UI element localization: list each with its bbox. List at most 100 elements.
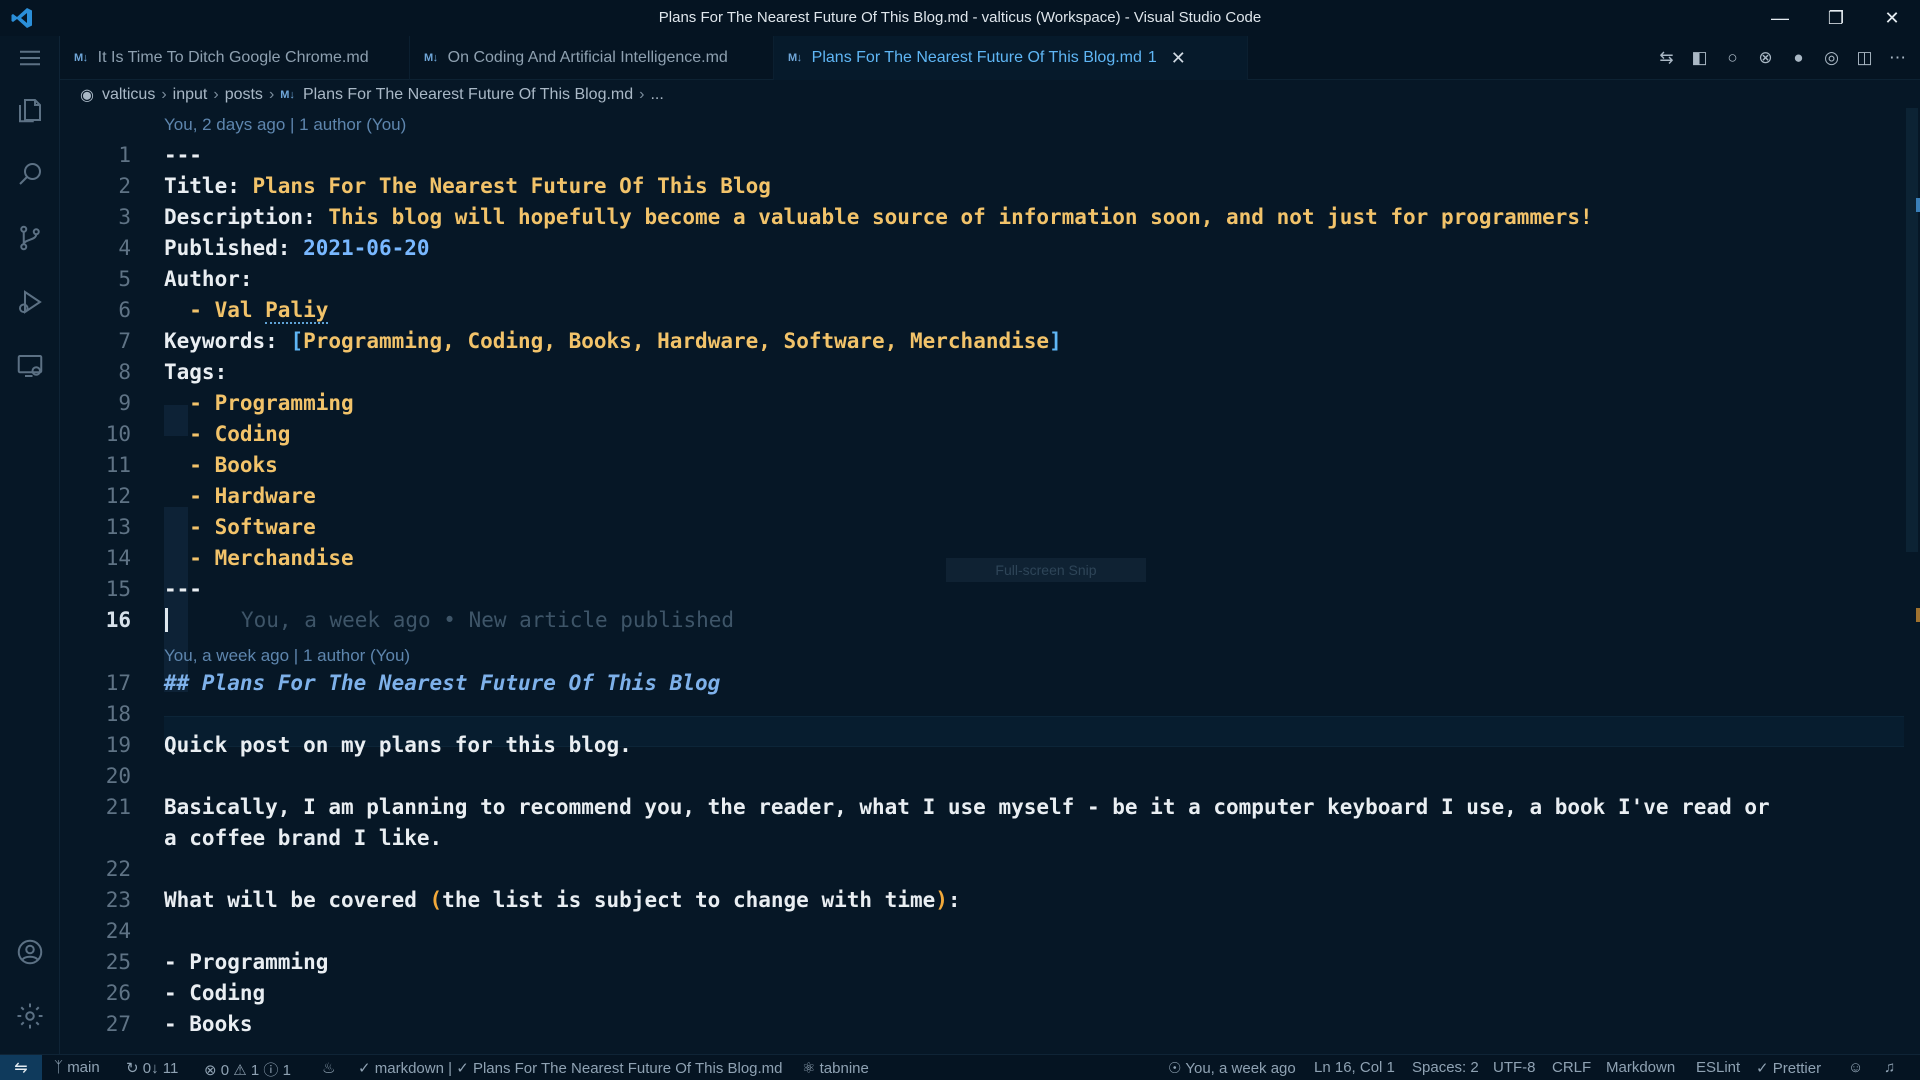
workspace-icon: ◉ [80, 87, 94, 104]
markdown-file-icon: M↓ [280, 89, 295, 101]
tab-plans-blog[interactable]: M↓ Plans For The Nearest Future Of This … [774, 36, 1248, 80]
code-line: - Val Paliy [164, 295, 329, 326]
yaml-date-value: 2021-06-20 [290, 236, 430, 260]
gitlens-icon[interactable]: ◎ [1815, 48, 1848, 68]
problems-indicator[interactable]: ⊗ 0 ⚠ 1 ⓘ 1 [204, 1059, 291, 1080]
explorer-icon[interactable] [14, 94, 46, 126]
language-check[interactable]: ✓ markdown | ✓ Plans For The Nearest Fut… [358, 1059, 783, 1077]
tab-label: On Coding And Artificial Intelligence.md [447, 49, 728, 66]
code-line-wrapped: a coffee brand I like. [164, 826, 443, 850]
split-editor-icon[interactable]: ◫ [1848, 48, 1881, 68]
yaml-key: Author: [164, 267, 253, 291]
chevron-right-icon: › [268, 86, 275, 103]
line-number: 19 [105, 733, 131, 757]
close-window-button[interactable]: ✕ [1864, 0, 1920, 36]
error-count: 0 [220, 1062, 230, 1079]
remote-indicator-icon[interactable]: ⇋ [0, 1055, 42, 1080]
markdown-file-icon: M↓ [74, 52, 88, 64]
notifications-bell-icon[interactable]: ♫ [1884, 1059, 1895, 1076]
line-number: 21 [105, 795, 131, 819]
run-debug-icon[interactable] [14, 286, 46, 318]
breadcrumb-item[interactable]: input [173, 86, 208, 104]
breadcrumb-more[interactable]: ... [650, 86, 663, 104]
scroll-marker [1916, 198, 1920, 212]
eol-setting[interactable]: CRLF [1552, 1059, 1591, 1076]
remote-explorer-icon[interactable] [14, 350, 46, 382]
line-number: 5 [118, 267, 131, 291]
restore-button[interactable]: ❐ [1808, 0, 1864, 36]
vertical-scrollbar[interactable] [1904, 108, 1920, 1054]
codelens-authors[interactable]: You, a week ago | 1 author (You) [164, 646, 410, 666]
previous-change-icon[interactable]: ○ [1716, 48, 1749, 68]
breadcrumb-item[interactable]: valticus [102, 86, 155, 104]
problem-count-badge: 1 [1147, 49, 1157, 66]
line-number: 23 [105, 888, 131, 912]
branch-indicator[interactable]: ᛉ main [54, 1059, 100, 1076]
code-line: Published: 2021-06-20 [164, 233, 430, 264]
list-item: - Coding [164, 981, 266, 1005]
sync-indicator[interactable]: ↻ 0↓ 11 [126, 1059, 178, 1077]
yaml-key: Description: [164, 205, 316, 229]
open-preview-icon[interactable]: ◧ [1683, 48, 1716, 68]
encoding-setting[interactable]: UTF-8 [1493, 1059, 1536, 1076]
sync-counts: 0↓ 11 [142, 1060, 179, 1077]
line-number: 22 [105, 857, 131, 881]
cursor-position[interactable]: Ln 16, Col 1 [1314, 1059, 1395, 1076]
full-screen-snip-overlay[interactable]: Full-screen Snip [946, 558, 1146, 582]
prettier-indicator[interactable]: ✓ Prettier [1756, 1059, 1821, 1077]
menu-icon[interactable] [14, 42, 46, 74]
timeline-icon[interactable]: ⊗ [1749, 48, 1782, 68]
yaml-value: This blog will hopefully become a valuab… [315, 205, 1593, 229]
tabnine-indicator[interactable]: ⚛ tabnine [802, 1059, 869, 1077]
tab-coding-ai[interactable]: M↓ On Coding And Artificial Intelligence… [410, 36, 774, 80]
spell-warning-word[interactable]: Paliy [265, 298, 329, 324]
inline-blame[interactable]: You, a week ago • New article published [241, 605, 734, 636]
tab-label: It Is Time To Ditch Google Chrome.md [97, 49, 369, 66]
file-check-label: Plans For The Nearest Future Of This Blo… [472, 1060, 783, 1077]
blame-indicator[interactable]: ☉ You, a week ago [1168, 1059, 1296, 1077]
line-number: 8 [118, 360, 131, 384]
code-line: --- [164, 577, 202, 601]
info-count: 1 [282, 1062, 291, 1079]
search-icon[interactable] [14, 158, 46, 190]
line-number: 13 [105, 515, 131, 539]
scroll-thumb[interactable] [1906, 108, 1918, 552]
minimize-button[interactable]: — [1752, 0, 1808, 36]
breadcrumb-file[interactable]: Plans For The Nearest Future Of This Blo… [303, 86, 633, 104]
warning-count: 1 [250, 1062, 260, 1079]
close-tab-icon[interactable]: ✕ [1171, 48, 1186, 69]
language-mode[interactable]: Markdown [1606, 1059, 1675, 1076]
chevron-right-icon: › [213, 86, 219, 103]
bracket: [ [290, 329, 304, 353]
code-line: Description: This blog will hopefully be… [164, 202, 1593, 233]
text-segment: : [947, 888, 961, 912]
tab-ditch-chrome[interactable]: M↓ It Is Time To Ditch Google Chrome.md [60, 36, 410, 80]
eslint-indicator[interactable]: ESLint [1696, 1059, 1740, 1076]
source-control-icon[interactable] [14, 222, 46, 254]
compare-changes-icon[interactable]: ⇆ [1650, 48, 1683, 68]
list-item: - Merchandise [164, 546, 354, 570]
codelens-authors[interactable]: You, 2 days ago | 1 author (You) [164, 115, 406, 135]
yaml-value: Plans For The Nearest Future Of This Blo… [239, 174, 771, 198]
indentation-setting[interactable]: Spaces: 2 [1412, 1059, 1479, 1076]
more-actions-icon[interactable]: ⋯ [1881, 48, 1914, 68]
feedback-icon[interactable]: ☺ [1848, 1059, 1863, 1076]
check-icon: ✓ [358, 1060, 371, 1077]
line-number: 27 [105, 1012, 131, 1036]
branch-name: main [67, 1059, 100, 1076]
breadcrumb-item[interactable]: posts [225, 86, 263, 104]
accounts-icon[interactable] [14, 936, 46, 968]
commit-icon: ☉ [1168, 1060, 1182, 1077]
line-number: 9 [118, 391, 131, 415]
next-change-icon[interactable]: ● [1782, 48, 1815, 68]
bracket: ] [1049, 329, 1062, 353]
text-cursor [165, 608, 168, 632]
chevron-right-icon: › [639, 86, 645, 103]
activity-bar [0, 36, 60, 1054]
list-item: - Programming [164, 950, 329, 974]
tab-label: Plans For The Nearest Future Of This Blo… [811, 49, 1142, 66]
yaml-key: Published: [164, 236, 291, 260]
settings-gear-icon[interactable] [14, 1000, 46, 1032]
yaml-list: Programming, Coding, Books, Hardware, So… [303, 329, 1050, 353]
flame-icon[interactable]: ♨ [322, 1059, 335, 1077]
